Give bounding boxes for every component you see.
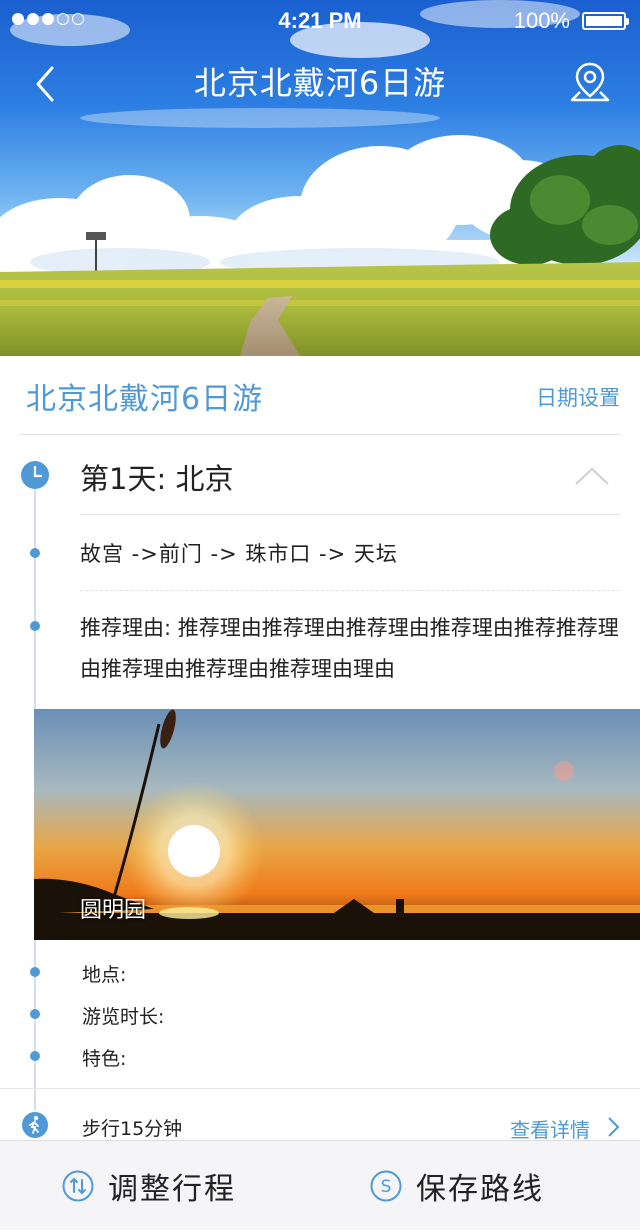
clock-icon bbox=[21, 461, 49, 489]
svg-text:S: S bbox=[381, 1177, 392, 1197]
timeline-dot bbox=[30, 1051, 40, 1061]
status-bar: 4:21 PM 100% bbox=[0, 0, 640, 40]
hero-banner: 4:21 PM 100% 北京北戴河6日游 bbox=[0, 0, 640, 356]
feature-label: 特色: bbox=[82, 1048, 127, 1070]
save-route-button[interactable]: S 保存路线 bbox=[370, 1141, 544, 1231]
location-label: 地点: bbox=[82, 964, 127, 986]
adjust-itinerary-button[interactable]: 调整行程 bbox=[62, 1141, 236, 1231]
timeline-dot bbox=[30, 621, 40, 631]
adjust-itinerary-label: 调整行程 bbox=[108, 1172, 236, 1207]
divider bbox=[80, 514, 620, 515]
trip-header: 北京北戴河6日游 日期设置 bbox=[0, 356, 640, 436]
timeline-dot bbox=[30, 1009, 40, 1019]
bottom-toolbar: 调整行程 S 保存路线 bbox=[0, 1140, 640, 1230]
save-s-icon: S bbox=[370, 1170, 402, 1202]
divider bbox=[0, 1088, 640, 1089]
divider bbox=[20, 434, 620, 435]
save-route-label: 保存路线 bbox=[416, 1172, 544, 1207]
view-detail-link[interactable]: 查看详情 bbox=[510, 1114, 590, 1143]
swap-icon bbox=[62, 1170, 94, 1202]
divider bbox=[80, 590, 620, 591]
chevron-up-icon bbox=[575, 467, 609, 485]
collapse-button[interactable] bbox=[574, 466, 610, 486]
map-pin-icon bbox=[570, 62, 610, 102]
attraction-photo[interactable]: 圆明园 bbox=[34, 709, 640, 940]
nav-title: 北京北戴河6日游 bbox=[193, 64, 447, 102]
photo-caption: 圆明园 bbox=[80, 898, 147, 923]
timeline-dot bbox=[30, 967, 40, 977]
trip-title: 北京北戴河6日游 bbox=[26, 382, 264, 417]
map-button[interactable] bbox=[568, 60, 612, 104]
date-setting-button[interactable]: 日期设置 bbox=[536, 382, 620, 412]
route-text: 故宫 ->前门 -> 珠市口 -> 天坛 bbox=[80, 542, 398, 566]
battery-icon bbox=[582, 12, 629, 30]
timeline-dot bbox=[30, 548, 40, 558]
chevron-right-icon[interactable] bbox=[606, 1116, 620, 1138]
duration-label: 游览时长: bbox=[82, 1006, 165, 1028]
battery-percentage: 100% bbox=[513, 8, 570, 33]
walking-icon bbox=[22, 1112, 48, 1138]
hero-landscape-image bbox=[0, 0, 640, 356]
recommend-reason: 推荐理由: 推荐理由推荐理由推荐理由推荐理由推荐推荐理由推荐理由推荐理由推荐理由… bbox=[80, 616, 619, 681]
day-title: 第1天: 北京 bbox=[80, 462, 234, 496]
walk-duration: 步行15分钟 bbox=[82, 1118, 183, 1140]
